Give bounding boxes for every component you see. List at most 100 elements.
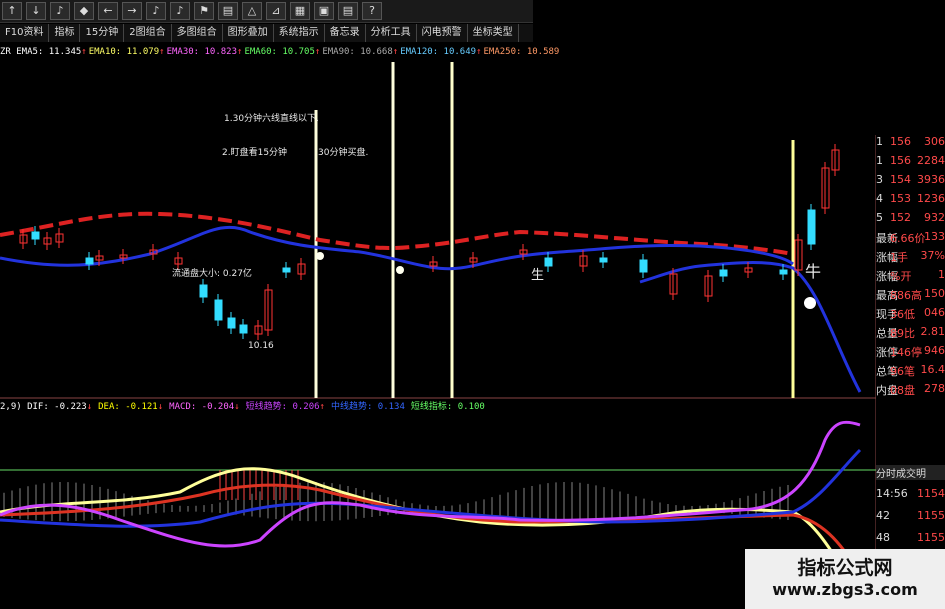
trade-time: 48 xyxy=(876,531,890,544)
candle-body-26 xyxy=(719,269,728,277)
quote-value: 886高 xyxy=(890,289,922,302)
smile-marker-icon xyxy=(804,297,816,309)
strategy-note-1: 1.30分钟六线直线以下. xyxy=(224,114,319,124)
kline-chart[interactable] xyxy=(0,0,876,609)
trade-row: 42 1155 xyxy=(876,509,945,529)
quote-label: 1 xyxy=(876,135,883,148)
trade-price: 1154 xyxy=(917,487,945,500)
candle-body-22 xyxy=(599,257,608,263)
trade-time: 14:56 xyxy=(876,487,908,500)
quote-value-2: 150 xyxy=(924,287,945,300)
macd-arrow: ↓ xyxy=(157,402,164,412)
macd-arrow: ↓ xyxy=(86,402,93,412)
watermark: 指标公式网 www.zbgs3.com xyxy=(745,549,945,609)
quote-label: 3 xyxy=(876,173,883,186)
signal-niu: 牛 xyxy=(805,262,822,281)
macd-value-2: MACD: -0.204↓ xyxy=(169,402,239,412)
quote-row: 5 152 932 xyxy=(876,211,945,231)
quote-row: 最新 6.66价 133 xyxy=(876,230,945,250)
strategy-note-3: 30分钟买盘. xyxy=(318,148,369,158)
candle-body-15 xyxy=(282,267,291,273)
low-price-label: 10.16 xyxy=(248,341,274,351)
macd-arrow: ↓ xyxy=(234,402,240,412)
quote-value: 08盘 xyxy=(890,384,915,397)
candle-body-9 xyxy=(199,284,208,298)
quote-value-2: 946 xyxy=(924,344,945,357)
quote-row: 涨停 146停 946 xyxy=(876,344,945,364)
trade-row: 14:56 1154 xyxy=(876,487,945,507)
quote-row: 3 154 3936 xyxy=(876,173,945,193)
candle-body-28 xyxy=(779,269,788,275)
quote-value-2: 046 xyxy=(924,306,945,319)
quote-row: 4 153 1236 xyxy=(876,192,945,212)
quote-value: %开 xyxy=(890,270,912,283)
quote-value: 152 xyxy=(890,211,911,224)
trade-row: 48 1155 xyxy=(876,531,945,551)
candle-body-20 xyxy=(544,257,553,267)
trade-price: 1155 xyxy=(917,509,945,522)
candle-body-11 xyxy=(227,317,236,329)
trade-time: 42 xyxy=(876,509,890,522)
quote-row: 最高 886高 150 xyxy=(876,287,945,307)
quote-row: 总量 89比 2.81 xyxy=(876,325,945,345)
macd-arrow: ↑ xyxy=(319,402,325,412)
float-share-label: 流通盘大小: 0.27亿 xyxy=(172,269,252,279)
trade-price: 1155 xyxy=(917,531,945,544)
quote-label: 1 xyxy=(876,154,883,167)
macd-label: 中线趋势: 0.134 xyxy=(330,402,405,412)
quote-value: 6.66价 xyxy=(890,232,926,245)
macd-label: 2,9) DIF: -0.223 xyxy=(0,402,87,412)
quote-value-2: 3936 xyxy=(917,173,945,186)
quote-value: 146停 xyxy=(890,346,922,359)
quote-row: 1 156 2284 xyxy=(876,154,945,174)
watermark-title: 指标公式网 xyxy=(797,557,893,579)
stock-chart-window: ↑ ↓ ♪ ◆ ← → ♪ ♪ ⚑ ▤ △ ⊿ ▦ ▣ ▤? F10资料 指标 15分钟 2图组合 多图组合 图形叠加… xyxy=(0,0,945,609)
quote-value: 154 xyxy=(890,173,911,186)
macd-label: 短线指标: 0.100 xyxy=(410,402,485,412)
macd-value-3: 短线趋势: 0.206↑ xyxy=(246,402,325,412)
quote-row: 内盘 08盘 278 xyxy=(876,382,945,402)
quote-label: 4 xyxy=(876,192,883,205)
quote-value: 36低 xyxy=(890,308,915,321)
quote-value-2: 1 xyxy=(938,268,945,281)
quote-value-2: 932 xyxy=(924,211,945,224)
macd-label: 短线趋势: 0.206 xyxy=(245,402,320,412)
quote-value-2: 37% xyxy=(920,249,945,262)
quote-row: 总笔 96笔 16.4 xyxy=(876,363,945,383)
trade-list-header: 分时成交明 xyxy=(876,465,945,480)
macd-label: DEA: -0.121 xyxy=(98,402,158,412)
watermark-url: www.zbgs3.com xyxy=(772,580,918,599)
macd-indicator-line: 2,9) DIF: -0.223↓ DEA: -0.121↓ MACD: -0.20… xyxy=(0,399,876,415)
quote-row: 涨幅 %开 1 xyxy=(876,268,945,288)
quote-value-2: 16.4 xyxy=(920,363,945,376)
quote-label: 5 xyxy=(876,211,883,224)
macd-label: MACD: -0.204 xyxy=(169,402,235,412)
candle-body-23 xyxy=(639,259,648,273)
quote-value: 89比 xyxy=(890,327,915,340)
quote-panel: 1 156 306 1 156 2284 3 154 3936 4 153 1236 5 152 932 最新… xyxy=(876,135,945,609)
buy-marker-icon-2 xyxy=(396,266,404,274)
candle-body-4 xyxy=(85,257,94,265)
quote-value-2: 133 xyxy=(924,230,945,243)
quote-value: 153 xyxy=(890,192,911,205)
quote-row: 1 156 306 xyxy=(876,135,945,155)
candle-body-30 xyxy=(807,209,816,245)
signal-sheng: 生 xyxy=(531,268,545,283)
quote-value: 96笔 xyxy=(890,365,915,378)
quote-value: 156 xyxy=(890,154,911,167)
candle-body-10 xyxy=(214,299,223,321)
quote-value-2: 2284 xyxy=(917,154,945,167)
quote-row: 涨幅 1手 37% xyxy=(876,249,945,269)
quote-value-2: 1236 xyxy=(917,192,945,205)
quote-value-2: 306 xyxy=(924,135,945,148)
buy-marker-icon xyxy=(316,252,324,260)
macd-value-4: 中线趋势: 0.134 xyxy=(331,402,405,412)
quote-value: 1手 xyxy=(890,251,908,264)
quote-value: 156 xyxy=(890,135,911,148)
quote-value-2: 2.81 xyxy=(920,325,945,338)
candle-body-12 xyxy=(239,324,248,334)
macd-value-1: DEA: -0.121↓ xyxy=(98,402,163,412)
candle-body-1 xyxy=(31,231,40,240)
quote-row: 现手 36低 046 xyxy=(876,306,945,326)
strategy-note-2: 2.盯盘看15分钟 xyxy=(222,148,288,158)
